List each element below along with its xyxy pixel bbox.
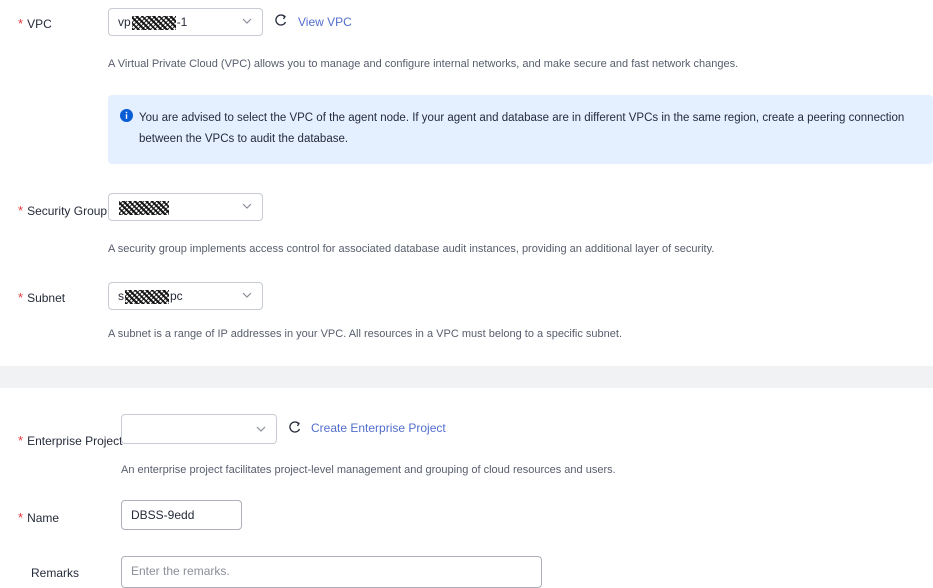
vpc-select-value: vp -1: [118, 15, 188, 30]
required-mark: *: [18, 16, 24, 31]
required-mark: *: [18, 433, 24, 448]
masked-text: [131, 15, 176, 30]
chevron-down-icon: [242, 292, 252, 298]
required-mark: *: [18, 203, 24, 218]
masked-text: [125, 289, 169, 304]
vpc-select[interactable]: vp -1: [108, 8, 263, 36]
refresh-icon[interactable]: [274, 13, 288, 27]
section-divider: [0, 366, 933, 388]
security-group-help-text: A security group implements access contr…: [108, 243, 715, 255]
create-enterprise-project-link[interactable]: Create Enterprise Project: [311, 421, 446, 435]
name-label: * Name: [18, 510, 60, 525]
refresh-icon[interactable]: [288, 420, 302, 434]
security-group-label: * Security Group: [18, 203, 108, 218]
vpc-label: * VPC: [18, 16, 52, 31]
chevron-down-icon: [256, 426, 266, 432]
masked-text: [119, 200, 169, 215]
security-group-select[interactable]: [108, 193, 263, 221]
view-vpc-link[interactable]: View VPC: [298, 15, 352, 29]
subnet-help-text: A subnet is a range of IP addresses in y…: [108, 328, 623, 340]
remarks-label: Remarks: [31, 566, 80, 580]
subnet-select[interactable]: s pc: [108, 282, 263, 310]
remarks-placeholder: Enter the remarks.: [131, 564, 230, 578]
notice-text: You are advised to select the VPC of the…: [139, 112, 905, 145]
enterprise-project-help-text: An enterprise project facilitates projec…: [121, 464, 616, 476]
remarks-input[interactable]: Enter the remarks.: [121, 556, 542, 588]
info-icon: [120, 109, 133, 122]
subnet-label: * Subnet: [18, 290, 66, 305]
subnet-select-value: s pc: [118, 289, 183, 304]
vpc-help-text: A Virtual Private Cloud (VPC) allows you…: [108, 58, 739, 70]
enterprise-project-select[interactable]: [121, 414, 277, 444]
chevron-down-icon: [242, 18, 252, 24]
name-input[interactable]: DBSS-9edd: [121, 500, 242, 530]
vpc-notice: You are advised to select the VPC of the…: [108, 95, 933, 164]
enterprise-project-label: * Enterprise Project: [18, 433, 123, 448]
required-mark: *: [18, 510, 24, 525]
security-group-select-value: [118, 200, 170, 215]
required-mark: *: [18, 290, 24, 305]
name-input-value: DBSS-9edd: [131, 508, 195, 522]
chevron-down-icon: [242, 203, 252, 209]
